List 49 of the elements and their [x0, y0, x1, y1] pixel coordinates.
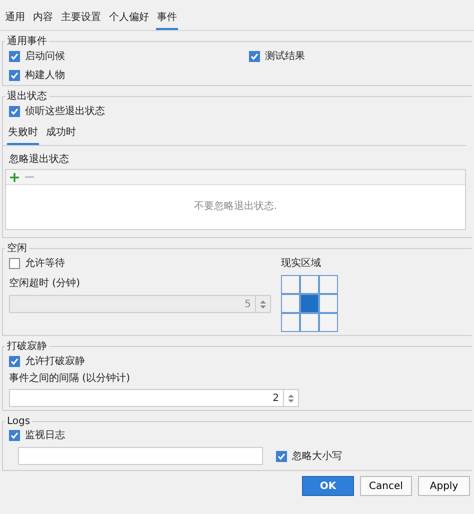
checkbox-label: 构建人物 [25, 68, 65, 82]
group-title: Logs [6, 416, 32, 427]
region-cell[interactable] [301, 314, 318, 331]
field-label: 空闲超时 (分钟) [9, 276, 81, 290]
field-label: 事件之间的间隔 (以分钟计) [9, 372, 131, 385]
section-label: 忽略退出状态 [9, 152, 70, 166]
region-cell[interactable] [301, 295, 318, 312]
checkbox-label: 启动问候 [25, 50, 65, 63]
checkbox-label: 允许等待 [25, 256, 65, 270]
dialog-button[interactable]: OK [302, 476, 354, 496]
group-title: 空闲 [6, 242, 28, 255]
checkbox-label: 允许打破寂静 [25, 354, 85, 368]
region-cell[interactable] [301, 276, 318, 293]
group-title: 退出状态 [6, 90, 48, 103]
group-title: 打破寂静 [6, 340, 48, 353]
group-title: 通用事件 [6, 34, 48, 48]
checkbox[interactable] [9, 50, 20, 62]
checkbox[interactable] [249, 50, 260, 62]
field-label: 现实区域 [281, 256, 322, 270]
spinner-arrows-icon[interactable] [288, 394, 294, 402]
region-cell[interactable] [320, 276, 337, 293]
region-cell[interactable] [320, 314, 337, 331]
number-field[interactable]: 2 [9, 389, 299, 407]
checkbox[interactable] [9, 106, 20, 116]
region-cell[interactable] [320, 295, 337, 312]
checkbox[interactable] [276, 450, 287, 462]
checkbox[interactable] [9, 356, 20, 366]
region-cell[interactable] [282, 314, 299, 331]
region-cell[interactable] [282, 295, 299, 312]
add-icon[interactable] [10, 172, 19, 182]
tab[interactable]: 事件 [156, 10, 178, 30]
tab[interactable]: 失败时 [7, 123, 39, 145]
checkbox-label: 测试结果 [265, 50, 305, 63]
checkbox[interactable] [9, 70, 20, 80]
dialog-button[interactable]: Cancel [360, 476, 412, 496]
tab[interactable]: 成功时 [45, 123, 77, 145]
checkbox-label: 侦听这些退出状态 [25, 104, 105, 118]
checkbox-label: 忽略大小写 [292, 450, 342, 463]
tab[interactable]: 内容 [32, 10, 54, 30]
checkbox[interactable] [9, 430, 20, 440]
input-field[interactable] [18, 447, 263, 465]
tab[interactable]: 主要设置 [60, 10, 102, 30]
checkbox-label: 监视日志 [25, 428, 65, 442]
checkbox[interactable] [9, 258, 20, 268]
tab[interactable]: 个人偏好 [108, 10, 150, 30]
tab[interactable]: 通用 [4, 10, 26, 30]
dialog-button[interactable]: Apply [418, 476, 470, 496]
empty-message: 不要忽略退出状态. [194, 200, 278, 214]
region-cell[interactable] [282, 276, 299, 293]
